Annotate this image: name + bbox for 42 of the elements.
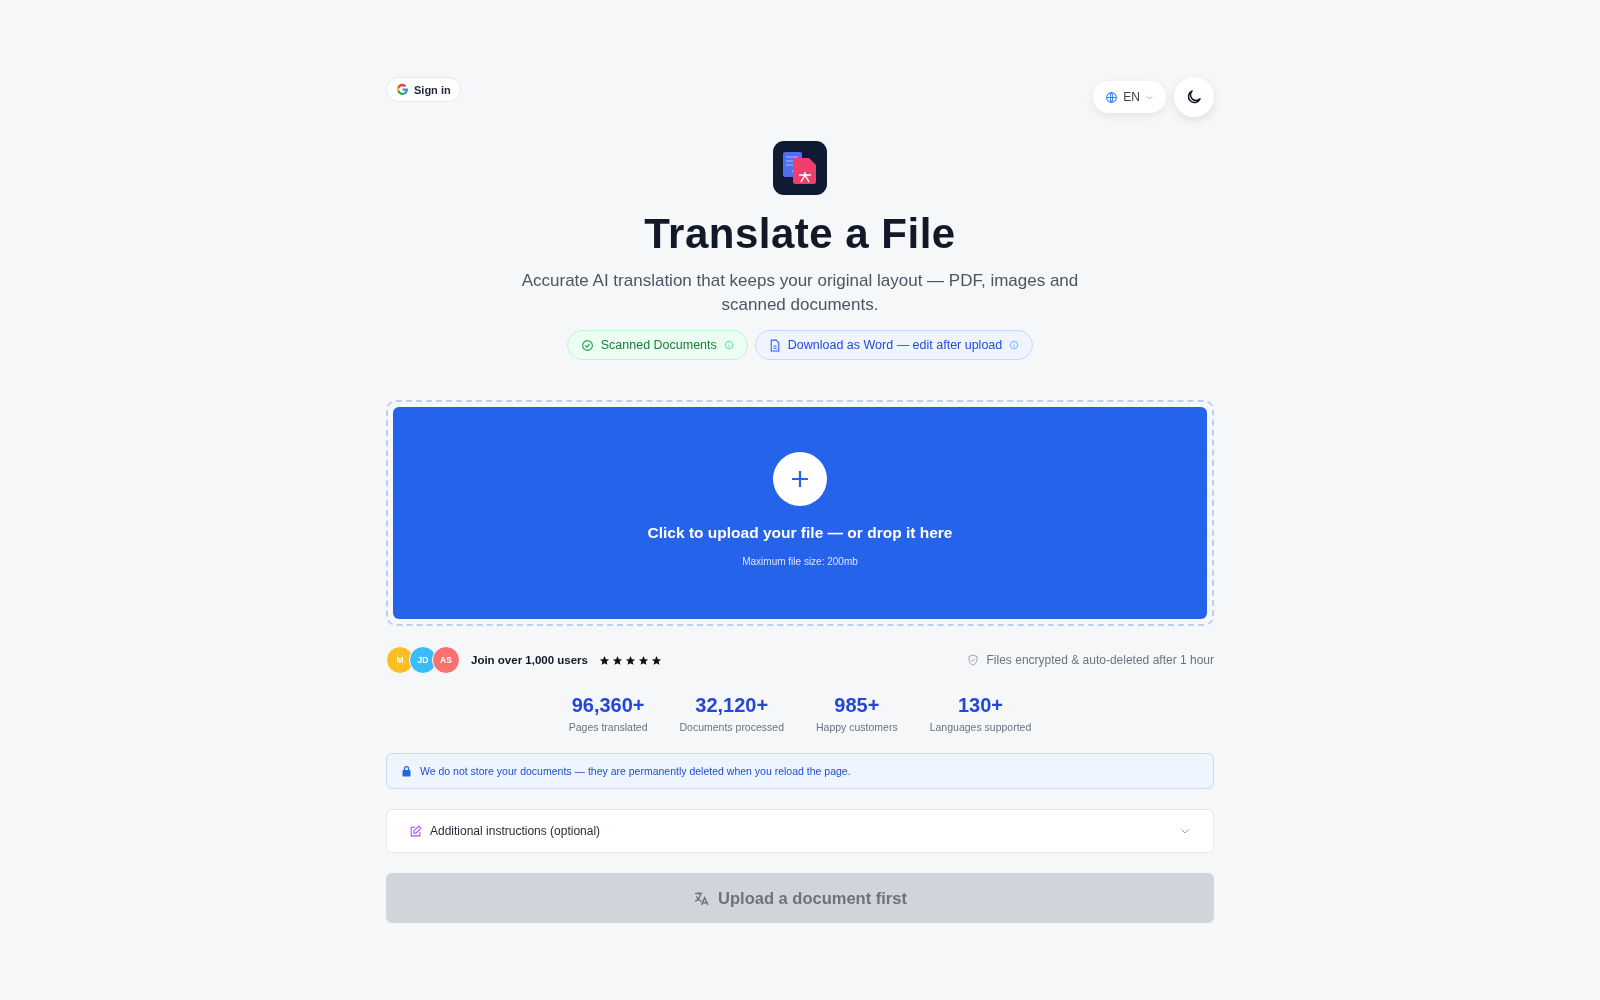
stat-value: 985+ [834,694,880,718]
notice-text: We do not store your documents — they are permanently deleted when you reload the page. [420,765,851,778]
star-icon [625,654,636,666]
page-title: Translate a File [644,211,956,258]
badge-label: Scanned Documents [600,338,717,353]
globe-icon [1105,90,1119,104]
moon-icon [1185,88,1203,106]
users-count-text: Join over 1,000 users [471,654,588,667]
plus-icon [773,452,827,507]
star-icon [651,654,662,666]
stat-label: Happy customers [816,721,898,734]
stat-label: Languages supported [929,721,1032,734]
app-logo-icon [773,141,827,195]
check-circle-icon [580,338,594,352]
upload-hint: Maximum file size: 200mb [742,556,858,568]
star-icon [612,654,623,666]
edit-icon [409,824,422,838]
stat-value: 32,120+ [695,694,769,718]
stat-label: Documents processed [679,721,784,734]
google-icon [396,83,409,96]
stat-label: Pages translated [568,721,648,734]
badge-label: Download as Word — edit after upload [787,338,1003,353]
upload-dropzone[interactable]: Click to upload your file — or drop it here Maximum file size: 200mb [393,407,1207,620]
info-icon [1009,340,1020,351]
stat-value: 96,360+ [571,694,645,718]
page-subtitle: Accurate AI translation that keeps your original layout — PDF, images and scanned documents. [520,270,1080,316]
stat-value: 130+ [957,694,1003,718]
info-icon [723,340,734,351]
accordion-label: Additional instructions (optional) [430,824,602,839]
translate-icon [693,889,711,907]
language-selector[interactable]: EN [1093,81,1166,113]
shield-check-icon [966,654,979,667]
star-icon [638,654,649,666]
sign-in-button[interactable]: Sign in [386,77,461,102]
security-note: Files encrypted & auto-deleted after 1 hour [986,653,1214,668]
upload-label: Click to upload your file — or drop it here [647,524,953,543]
lock-icon [401,765,412,778]
document-icon [768,338,781,352]
instructions-accordion[interactable]: Additional instructions (optional) [386,809,1214,854]
theme-toggle[interactable] [1174,77,1214,117]
avatar: AS [432,646,460,675]
star-icon [599,654,610,666]
